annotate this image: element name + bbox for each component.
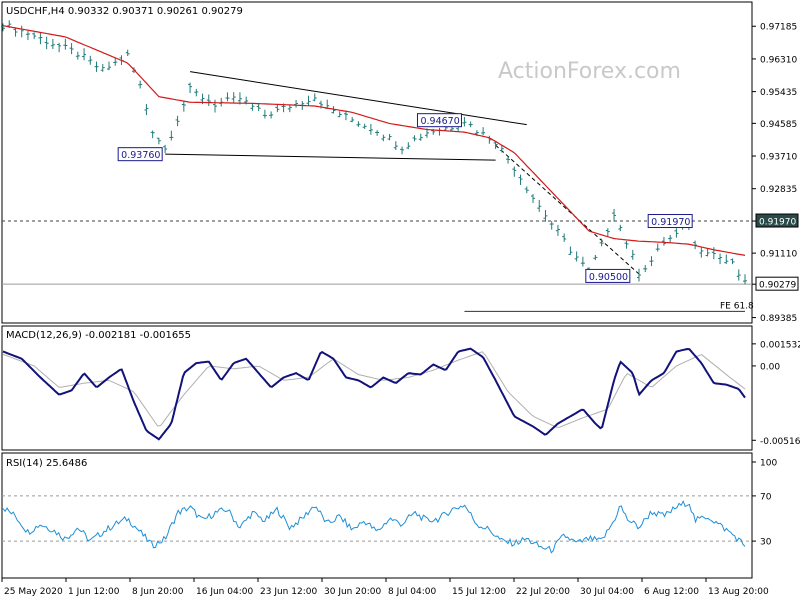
price-annotation-label: 0.94670 <box>420 116 459 127</box>
price-tick-label: 0.93710 <box>760 153 797 163</box>
time-tick-label: 30 Jul 04:00 <box>580 587 634 597</box>
time-tick-label: 8 Jul 04:00 <box>388 587 437 597</box>
price-annotation-label: 0.91970 <box>651 217 690 228</box>
forex-chart: USDCHF,H4 0.90332 0.90371 0.90261 0.9027… <box>0 0 800 600</box>
time-tick-label: 23 Jun 12:00 <box>260 587 317 597</box>
price-tick-label: 0.96310 <box>760 55 797 65</box>
price-annotation-label: 0.93760 <box>121 150 160 161</box>
price-level-label: 0.90279 <box>759 281 796 291</box>
price-level-label: 0.91970 <box>759 218 796 228</box>
time-tick-label: 1 Jun 12:00 <box>68 587 120 597</box>
macd-panel-title: MACD(12,26,9) -0.002181 -0.001655 <box>6 330 191 341</box>
rsi-panel-title: RSI(14) 25.6486 <box>6 458 87 469</box>
price-tick-label: 0.95435 <box>760 88 797 98</box>
price-tick-label: 0.89385 <box>760 314 797 324</box>
price-tick-label: 0.92835 <box>760 185 797 195</box>
price-tick-label: 0.97185 <box>760 23 797 33</box>
time-tick-label: 6 Aug 12:00 <box>644 587 699 597</box>
chart-background <box>0 0 800 600</box>
price-annotation-label: 0.90500 <box>589 272 628 283</box>
watermark: ActionForex.com <box>498 59 681 84</box>
time-tick-label: 30 Jun 20:00 <box>324 587 381 597</box>
macd-tick-label: -0.005164 <box>760 437 800 447</box>
time-tick-label: 22 Jul 20:00 <box>516 587 570 597</box>
price-tick-label: 0.91110 <box>760 250 797 260</box>
time-tick-label: 15 Jul 12:00 <box>452 587 506 597</box>
time-tick-label: 25 May 2020 <box>4 587 63 597</box>
rsi-tick-label: 100 <box>760 459 777 469</box>
time-tick-label: 8 Jun 20:00 <box>132 587 184 597</box>
macd-tick-label: 0.001532 <box>760 340 800 350</box>
price-tick-label: 0.94585 <box>760 120 797 130</box>
time-tick-label: 13 Aug 20:00 <box>708 587 769 597</box>
macd-tick-label: 0.00 <box>760 362 780 372</box>
rsi-tick-label: 30 <box>760 538 772 548</box>
rsi-tick-label: 70 <box>760 492 772 502</box>
price-panel-title: USDCHF,H4 0.90332 0.90371 0.90261 0.9027… <box>6 6 243 17</box>
time-tick-label: 16 Jun 04:00 <box>196 587 253 597</box>
fib-label: FE 61.8 <box>720 301 754 311</box>
